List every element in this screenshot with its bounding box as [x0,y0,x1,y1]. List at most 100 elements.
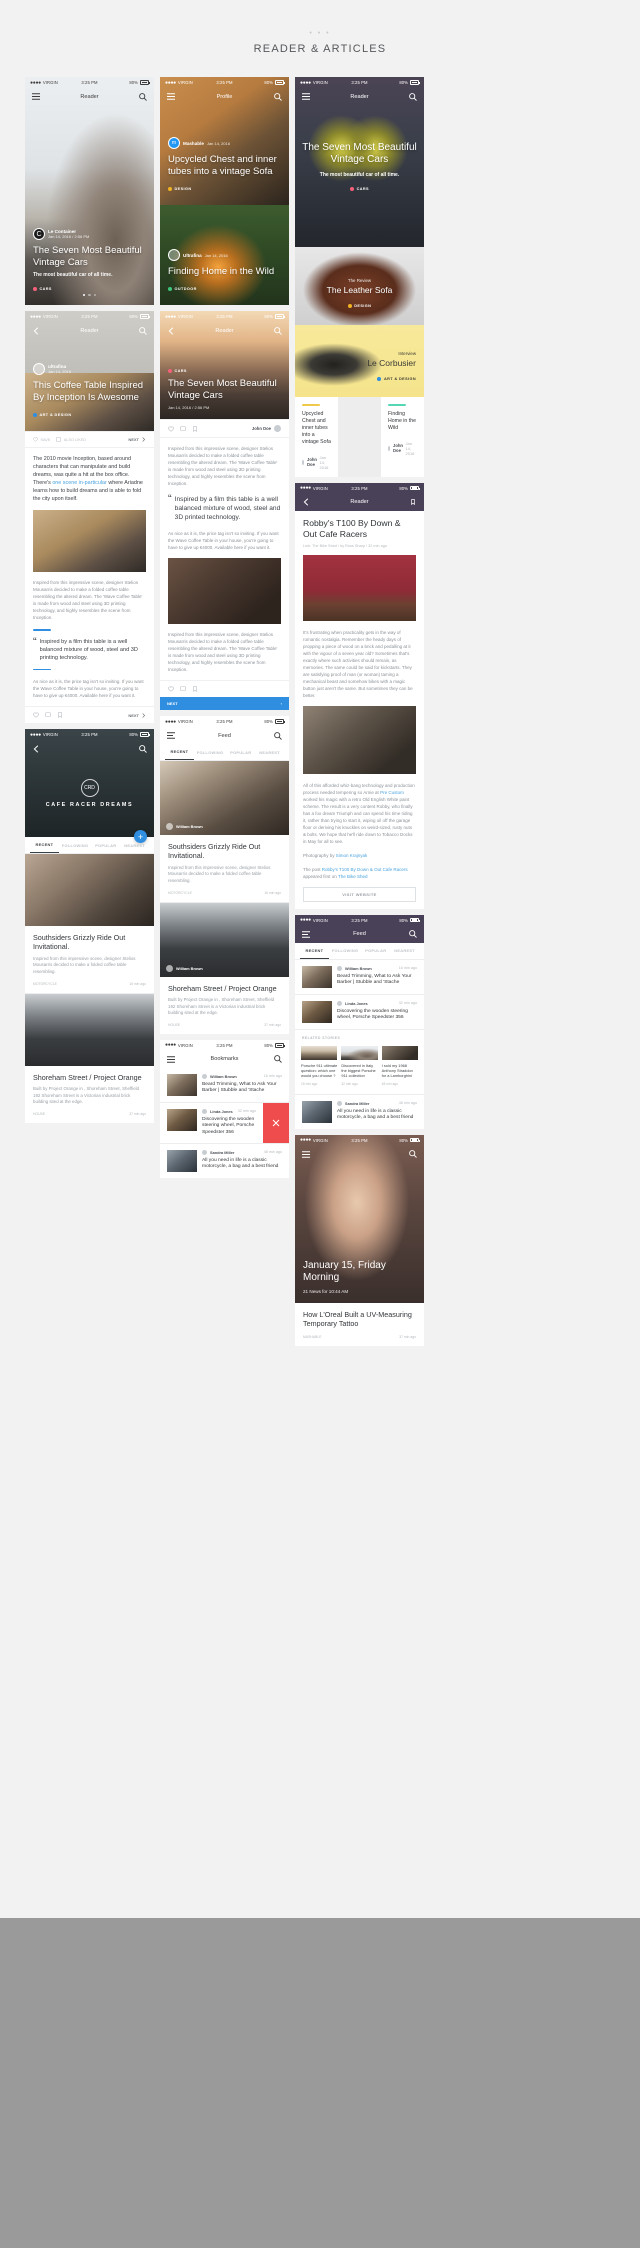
tab-popular[interactable]: POPULAR [226,745,255,760]
feed-item-image-2[interactable] [25,993,154,1066]
feed-item-2[interactable]: Shoreham Street / Project Orange Built b… [160,977,289,1034]
bookmark-action[interactable] [192,425,198,432]
related-card-1[interactable]: Porsche 911 ultimate question: which one… [301,1045,338,1086]
bookmark-action[interactable] [57,712,63,718]
tab-popular[interactable]: POPULAR [91,838,120,853]
source-date: Jan 14, 2016 / 2:56 PM [48,234,90,239]
card-image-sofa[interactable]: The Review The Leather Sofa DESIGN [295,247,424,325]
credit-link-1[interactable]: Robby's T100 By Down & Out Cafe Racers [322,867,408,872]
feed-row[interactable]: Sandra Miller 48 min ago All you need in… [295,1095,424,1129]
tab-following[interactable]: FOLLOWING [59,838,91,853]
comment-action[interactable] [45,712,51,718]
feed-item-image-2[interactable]: William Brown [160,902,289,977]
feed-item-body-1: Inspired from this impressive scene, des… [33,955,136,974]
bookmark-row-swiped[interactable]: Linda Jones 32 min ago Discovering the w… [160,1102,289,1143]
also-liked-label: ALSO LIKED [63,437,87,442]
card-image-glasses[interactable]: Interview Le Corbusier ART & DESIGN [295,325,424,397]
next-button-bottom[interactable]: NEXT [128,713,146,718]
hero-image-chest[interactable]: ●●●● VIRGIN 3:25 PM 80% Profile m Mashab… [160,77,289,205]
feed-row[interactable]: William Brown 16 min ago Beard Trimming,… [295,960,424,994]
category-label: OUTDOOR [174,287,197,291]
bookmark-row[interactable]: William Brown 16 min ago Beard Trimming,… [160,1068,289,1102]
chevron-left-icon[interactable] [31,744,41,754]
heart-action-bottom[interactable] [168,686,174,692]
hero-image-headlight[interactable]: ●●●● VIRGIN 3:25 PM 80% Reader The Seven… [295,77,424,247]
tab-following[interactable]: FOLLOWING [329,943,361,958]
add-button[interactable]: + [134,830,147,843]
related-card-3[interactable]: I sold my 1968 Anthony Straddon for a La… [381,1045,418,1086]
mini-card-2[interactable]: Finding Home in the Wild John Doe Jan 14… [381,397,424,477]
visit-website-button[interactable]: VISIT WEBSITE [303,886,416,902]
category-label: DESIGN [354,304,372,309]
hamburger-menu-icon[interactable] [301,1149,311,1159]
next-article-bar[interactable]: NEXT › [160,697,289,710]
hero-subtitle: The most beautiful car of all time. [319,171,400,178]
also-liked-action[interactable]: ALSO LIKED [56,437,86,442]
digest-card[interactable]: How L'Oreal Built a UV-Measuring Tempora… [295,1303,424,1346]
hero-title: The Seven Most Beautiful Vintage Cars [302,141,417,166]
feed-item-image-1[interactable] [25,854,154,926]
feed-item-image-1[interactable]: William Brown [160,761,289,835]
article-title: Robby's T100 By Down & Out Cafe Racers [303,517,401,539]
feed-row[interactable]: Linda Jones 32 min ago Discovering the w… [295,995,424,1029]
source-avatar [33,363,45,375]
mini-card-1[interactable]: Upcycled Chest and inner tubes into a vi… [295,397,338,477]
next-button[interactable]: NEXT [128,437,146,442]
heart-action[interactable] [33,712,39,718]
row-thumbnail [302,965,332,988]
heart-action[interactable] [168,426,174,432]
comment-action-bottom[interactable] [180,686,186,692]
related-title-1: Porsche 911 ultimate question: which one… [301,1062,338,1079]
tab-recent[interactable]: RECENT [300,943,329,959]
hero-title: The Seven Most Beautiful Vintage Cars [33,245,142,268]
tab-popular[interactable]: POPULAR [361,943,390,958]
tab-nearest[interactable]: NEAREST [390,943,419,958]
category-label: ART & DESIGN [39,413,72,417]
tab-recent[interactable]: RECENT [30,837,59,853]
bookmark-row[interactable]: Sandra Miller 48 min ago All you need in… [160,1144,289,1178]
inline-link-1[interactable]: Pre Custom [380,790,404,795]
paragraph-2: As nice as it is, the price tag isn't so… [168,531,279,550]
photographer-link[interactable]: Simon Krajnyak [336,853,368,858]
feed-item-author-2: William Brown [166,964,203,972]
feed-item-time-2: 37 min ago [129,1111,146,1116]
tab-nearest[interactable]: NEAREST [255,745,284,760]
brand-name: CAFE RACER DREAMS [45,801,134,808]
feed-item-1[interactable]: Southsiders Grizzly Ride Out Invitationa… [25,926,154,993]
source-logo: C [33,228,45,240]
digest-headline: January 15, Friday Morning [303,1259,386,1284]
avatar [166,823,173,830]
related-card-2[interactable]: Discovered in Italy the biggest Porsche … [341,1045,378,1086]
status-bar: ●●●● VIRGIN 3:25 PM 80% [160,77,289,88]
row-title: All you need in life is a classic motorc… [202,1157,279,1170]
clock: 3:25 PM [216,719,233,724]
tab-recent[interactable]: RECENT [165,744,194,760]
delete-button[interactable] [263,1102,289,1143]
next-label-bottom: NEXT [128,712,139,718]
search-icon[interactable] [138,744,148,754]
bookmark-action-bottom[interactable] [192,686,198,692]
author-block[interactable]: John Doe [252,425,281,432]
hero-image-cabin[interactable]: Ultrafina Jan 14, 2016 Finding Home in t… [160,205,289,305]
digest-text: January 15, Friday Morning 21 News for 1… [303,1260,416,1294]
search-icon[interactable] [408,1149,418,1159]
nav-bar: Reader [160,322,289,339]
feed-item-2[interactable]: Shoreham Street / Project Orange Built b… [25,1066,154,1123]
source-date: Jan 14, 2016 [48,369,72,374]
save-action[interactable]: SAVE [33,437,50,442]
nav-bar [295,1146,424,1163]
page-title: READER & ARTICLES [253,43,387,55]
credit-link-2[interactable]: The Bike Shed [338,874,368,879]
author-name: John Doe [306,457,317,467]
ui-kit-showcase: • • • READER & ARTICLES ●●●● VIRGIN 3:25 … [0,0,640,2248]
carousel-pager[interactable] [25,283,154,301]
comment-action[interactable] [180,425,186,432]
article-action-bar: SAVE ALSO LIKED NEXT [25,431,154,448]
tab-following[interactable]: FOLLOWING [194,745,226,760]
feed-item-1[interactable]: Southsiders Grizzly Ride Out Invitationa… [160,835,289,902]
mini-card-meta-1: John Doe Jan 14, 2016 [302,455,331,470]
quote-text: Inspired by a film this table is a well … [174,496,281,521]
feed-tabs: RECENT FOLLOWING POPULAR NEAREST [160,744,289,761]
post-credit: The post Robby's T100 By Down & Out Cafe… [303,866,416,880]
inline-link[interactable]: one scene in-particular [52,480,107,486]
